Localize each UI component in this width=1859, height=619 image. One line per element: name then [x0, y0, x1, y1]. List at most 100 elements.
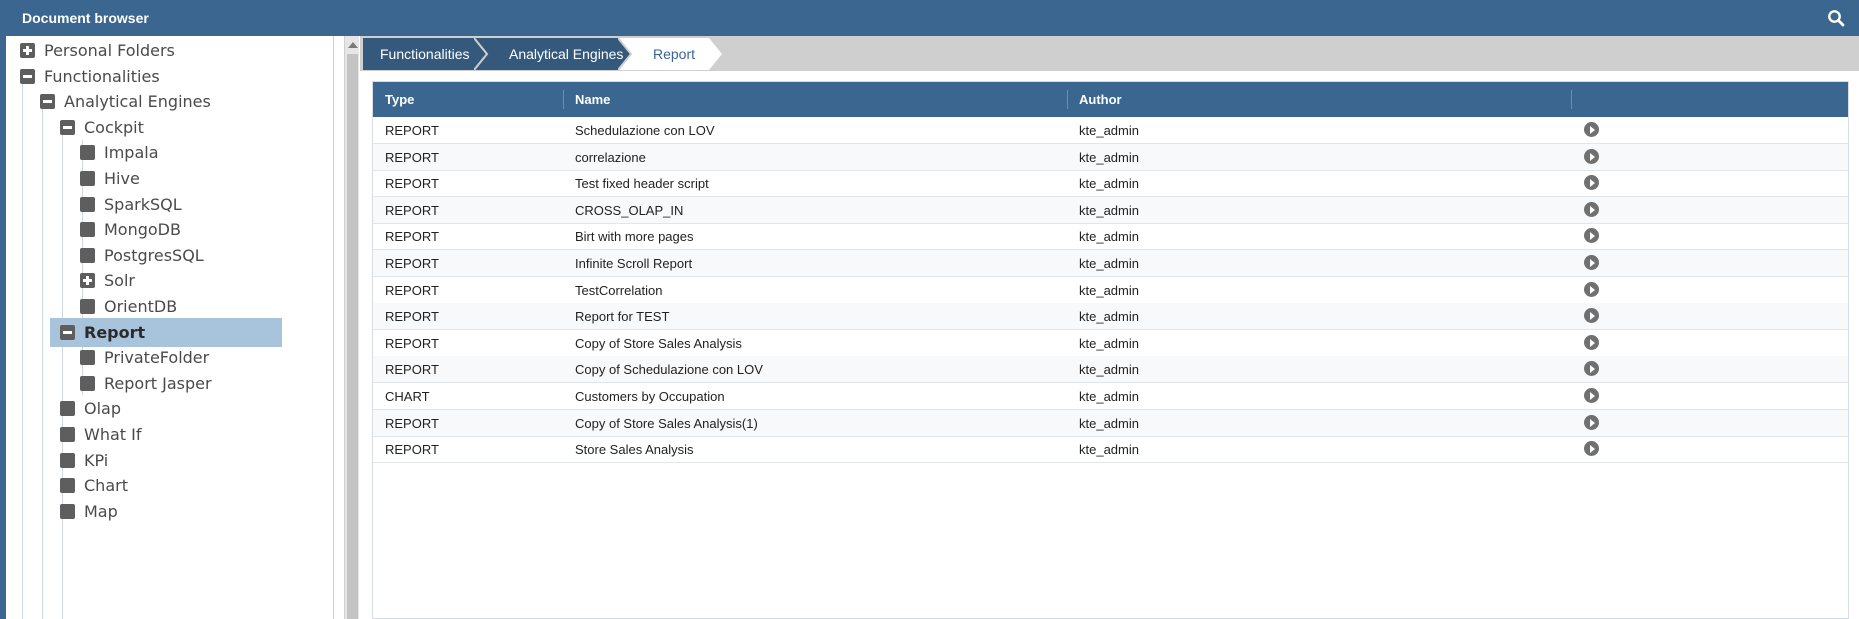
cell-author: kte_admin [1079, 123, 1139, 138]
minus-box-icon[interactable] [20, 69, 35, 84]
cell-author: kte_admin [1079, 416, 1139, 431]
minus-box-icon[interactable] [60, 120, 75, 135]
tree-guide-line [42, 102, 43, 619]
cell-type: REPORT [385, 442, 439, 457]
play-circle-icon[interactable] [1584, 415, 1599, 430]
cell-author: kte_admin [1079, 389, 1139, 404]
tree-node-label: SparkSQL [104, 195, 182, 214]
table-row[interactable]: REPORT CROSS_OLAP_IN kte_admin [373, 197, 1848, 224]
breadcrumb-label: Report [653, 46, 696, 62]
play-circle-icon[interactable] [1584, 308, 1599, 323]
table-row[interactable]: REPORT Copy of Store Sales Analysis(1) kte… [373, 410, 1848, 437]
cell-author: kte_admin [1079, 309, 1139, 324]
cell-name: TestCorrelation [575, 283, 663, 298]
cell-author: kte_admin [1079, 150, 1139, 165]
table-row[interactable]: REPORT TestCorrelation kte_admin [373, 277, 1848, 304]
table-row[interactable]: REPORT Copy of Store Sales Analysis kte_ad… [373, 330, 1848, 357]
breadcrumb-item-analytical-engines[interactable]: Analytical Engines [474, 38, 632, 70]
column-header-name[interactable]: Name [563, 82, 1067, 117]
tree-guide-line [22, 76, 23, 619]
table-row[interactable]: REPORT correlazione kte_admin [373, 144, 1848, 171]
table-row[interactable]: REPORT Birt with more pages kte_admin [373, 223, 1848, 250]
folder-square-icon [60, 478, 75, 493]
breadcrumb-item-functionalities[interactable]: Functionalities [363, 38, 488, 70]
tree-node-solr[interactable]: Solr [80, 266, 135, 295]
tree-node-mongodb[interactable]: MongoDB [80, 215, 181, 244]
cell-type: REPORT [385, 309, 439, 324]
cell-name: Copy of Store Sales Analysis [575, 336, 742, 351]
tree-node-label: Report Jasper [104, 374, 212, 393]
tree-node-hive[interactable]: Hive [80, 164, 140, 193]
cell-author: kte_admin [1079, 229, 1139, 244]
folder-square-icon [60, 453, 75, 468]
table-row[interactable]: REPORT Report for TEST kte_admin [373, 303, 1848, 330]
window-title: Document browser [22, 10, 149, 26]
tree-node-analytical-engines[interactable]: Analytical Engines [40, 87, 211, 116]
cell-type: CHART [385, 389, 430, 404]
breadcrumb-item-report[interactable]: Report [618, 38, 722, 70]
cell-name: correlazione [575, 150, 646, 165]
cell-type: REPORT [385, 123, 439, 138]
cell-name: Copy of Schedulazione con LOV [575, 362, 763, 377]
tree-node-label: Personal Folders [44, 41, 175, 60]
column-header-author[interactable]: Author [1067, 82, 1571, 117]
scroll-up-arrow-icon[interactable] [348, 42, 358, 48]
tree-node-chart[interactable]: Chart [60, 471, 128, 500]
plus-box-icon[interactable] [20, 43, 35, 58]
cell-type: REPORT [385, 416, 439, 431]
tree-node-privatefolder[interactable]: PrivateFolder [80, 343, 209, 372]
play-circle-icon[interactable] [1584, 282, 1599, 297]
play-circle-icon[interactable] [1584, 361, 1599, 376]
column-header-actions [1571, 82, 1848, 117]
cell-type: REPORT [385, 283, 439, 298]
play-circle-icon[interactable] [1584, 335, 1599, 350]
table-row[interactable]: REPORT Test fixed header script kte_admin [373, 170, 1848, 197]
tree-node-olap[interactable]: Olap [60, 394, 121, 423]
cell-author: kte_admin [1079, 283, 1139, 298]
table-row[interactable]: REPORT Schedulazione con LOV kte_admin [373, 117, 1848, 144]
cell-type: REPORT [385, 362, 439, 377]
tree-node-map[interactable]: Map [60, 497, 118, 526]
tree-node-label: PrivateFolder [104, 348, 210, 367]
tree-node-impala[interactable]: Impala [80, 138, 159, 167]
folder-square-icon [80, 222, 95, 237]
tree-node-orientdb[interactable]: OrientDB [80, 292, 177, 321]
cell-author: kte_admin [1079, 256, 1139, 271]
table-row[interactable]: CHART Customers by Occupation kte_admin [373, 383, 1848, 410]
tree-node-label: PostgresSQL [104, 246, 204, 265]
tree-node-personal-folders[interactable]: Personal Folders [20, 36, 175, 65]
tree-scrollbar[interactable] [344, 36, 359, 619]
play-circle-icon[interactable] [1584, 122, 1599, 137]
table-row[interactable]: REPORT Store Sales Analysis kte_admin [373, 436, 1848, 463]
tree-node-label: Hive [104, 169, 140, 188]
search-icon[interactable] [1827, 9, 1845, 27]
scroll-thumb[interactable] [347, 54, 358, 619]
plus-box-icon[interactable] [80, 273, 95, 288]
play-circle-icon[interactable] [1584, 228, 1599, 243]
play-circle-icon[interactable] [1584, 149, 1599, 164]
cell-name: CROSS_OLAP_IN [575, 203, 684, 218]
tree-node-label: Olap [84, 399, 121, 418]
cell-name: Customers by Occupation [575, 389, 725, 404]
play-circle-icon[interactable] [1584, 388, 1599, 403]
tree-node-label: OrientDB [104, 297, 178, 316]
tree-node-what-if[interactable]: What If [60, 420, 141, 449]
cell-type: REPORT [385, 229, 439, 244]
folder-square-icon [80, 376, 95, 391]
play-circle-icon[interactable] [1584, 175, 1599, 190]
folder-square-icon [80, 299, 95, 314]
play-circle-icon[interactable] [1584, 202, 1599, 217]
play-circle-icon[interactable] [1584, 441, 1599, 456]
cell-type: REPORT [385, 203, 439, 218]
play-circle-icon[interactable] [1584, 255, 1599, 270]
cell-type: REPORT [385, 336, 439, 351]
folder-tree[interactable]: Personal Folders Functionalities Analytica… [6, 36, 334, 619]
folder-square-icon [60, 401, 75, 416]
minus-box-icon[interactable] [60, 325, 75, 340]
column-header-type[interactable]: Type [373, 82, 563, 117]
table-row[interactable]: REPORT Copy of Schedulazione con LOV kte_a… [373, 356, 1848, 383]
table-row[interactable]: REPORT Infinite Scroll Report kte_admin [373, 250, 1848, 277]
tree-node-label: Solr [104, 271, 135, 290]
minus-box-icon[interactable] [40, 94, 55, 109]
folder-square-icon [60, 504, 75, 519]
